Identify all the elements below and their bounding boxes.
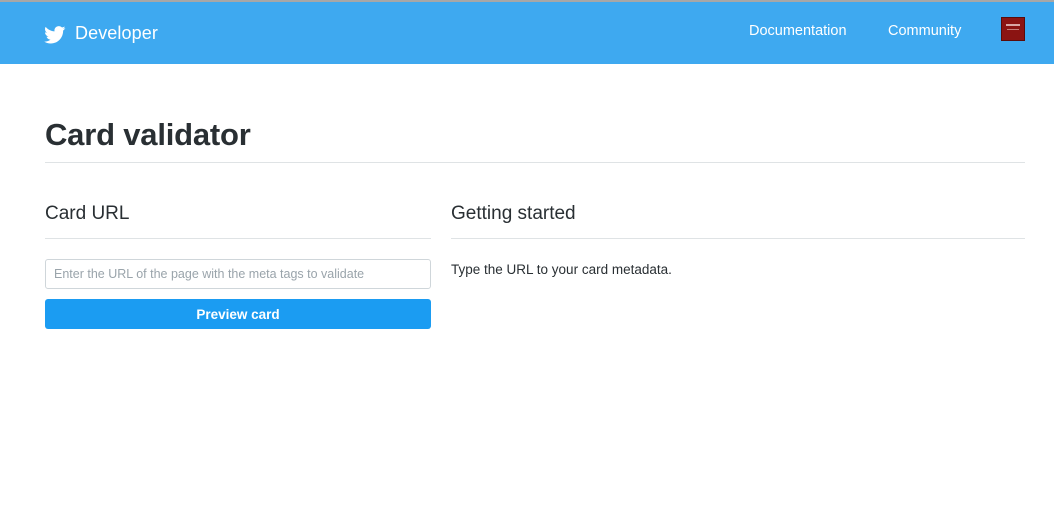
preview-card-button[interactable]: Preview card	[45, 299, 431, 329]
twitter-bird-icon	[44, 25, 66, 43]
getting-started-divider	[451, 238, 1025, 239]
avatar-image-detail	[1006, 24, 1020, 26]
brand-link[interactable]: Developer	[44, 2, 158, 64]
getting-started-text: Type the URL to your card metadata.	[451, 262, 672, 277]
getting-started-heading: Getting started	[451, 203, 576, 224]
user-avatar[interactable]	[1001, 17, 1025, 41]
card-url-input[interactable]	[45, 259, 431, 289]
title-divider	[45, 162, 1025, 163]
avatar-image-detail-2	[1007, 29, 1019, 30]
nav-link-community[interactable]: Community	[888, 2, 961, 60]
card-url-divider	[45, 238, 431, 239]
brand-label: Developer	[75, 22, 158, 43]
nav-link-documentation[interactable]: Documentation	[749, 2, 847, 60]
card-url-heading: Card URL	[45, 203, 130, 224]
page-title: Card validator	[45, 117, 251, 152]
top-navbar: Developer Documentation Community	[0, 2, 1054, 64]
